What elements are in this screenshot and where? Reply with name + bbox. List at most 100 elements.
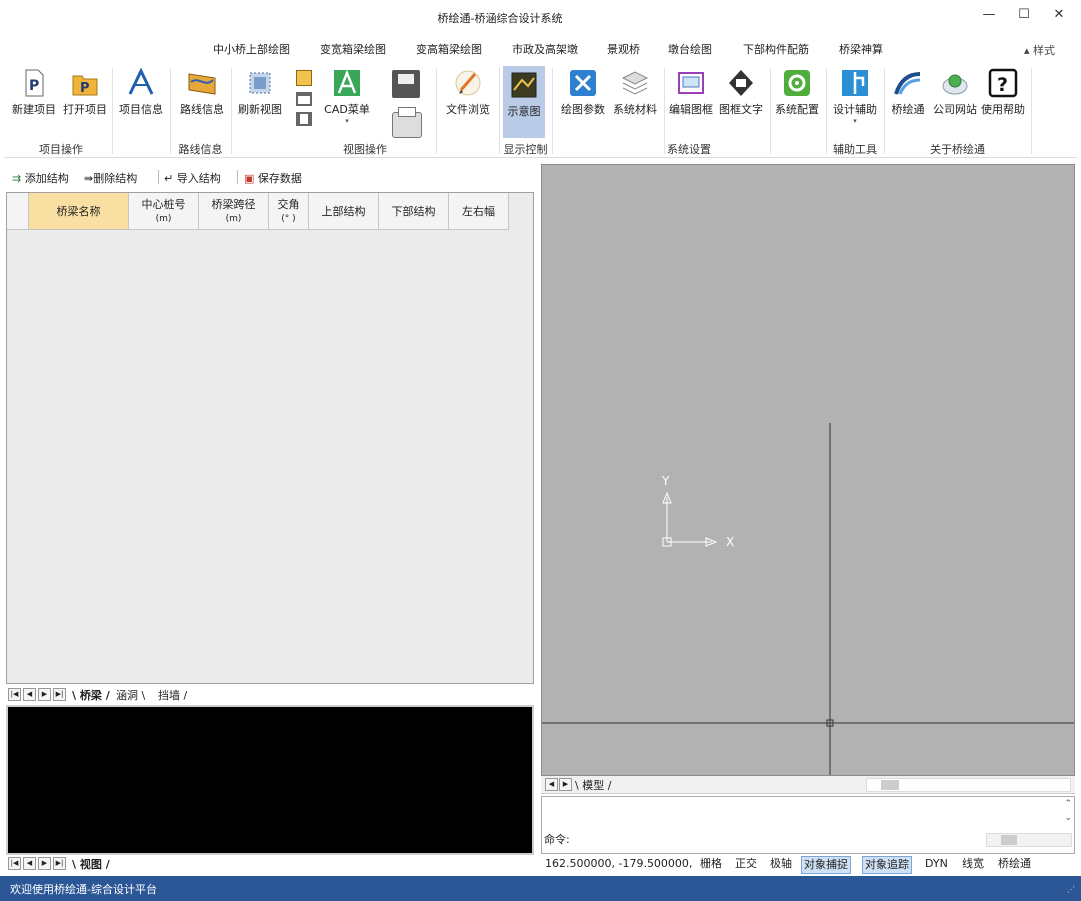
next-view-icon[interactable]: ▶ [38, 857, 51, 870]
schematic-button[interactable]: 示意图 [503, 66, 545, 138]
status-ortho-toggle[interactable]: 正交 [733, 856, 759, 874]
ucs-x-label: X [726, 535, 734, 549]
toolbar-separator [158, 170, 159, 184]
refresh-view-button[interactable]: 刷新视图 [234, 68, 286, 130]
tab-bridge[interactable]: \ 桥梁 / [72, 687, 110, 703]
edit-frame-button[interactable]: 编辑图框 [666, 68, 716, 130]
route-info-button[interactable]: 路线信息 [176, 68, 228, 130]
last-sheet-icon[interactable]: ▶| [53, 688, 66, 701]
column-tool-icon[interactable] [296, 112, 312, 126]
system-config-button[interactable]: 系统配置 [772, 68, 822, 130]
add-structure-button[interactable]: ⇉ 添加结构 [12, 170, 69, 186]
command-window[interactable]: 命令: ⌃ ⌄ [541, 796, 1075, 854]
resize-grip-icon[interactable]: ⋰ [1067, 885, 1075, 894]
menu-item-variable-width-box[interactable]: 变宽箱梁绘图 [320, 41, 386, 57]
status-polar-toggle[interactable]: 极轴 [768, 856, 794, 874]
open-folder-icon: P [72, 75, 98, 96]
pen-browse-icon [455, 70, 481, 96]
menu-item-small-bridge[interactable]: 中小桥上部绘图 [213, 41, 290, 57]
column-header-substructure[interactable]: 下部结构 [379, 193, 449, 230]
group-label-display-ctrl: 显示控制 [503, 143, 548, 156]
frame-text-button[interactable]: 图框文字 [716, 68, 766, 130]
status-qht-toggle[interactable]: 桥绘通 [996, 856, 1033, 874]
prev-layout-icon[interactable]: ◀ [545, 778, 558, 791]
style-dropdown[interactable]: ▴ 样式 [1024, 42, 1055, 58]
design-assist-icon [842, 70, 868, 96]
column-header-bridge-name[interactable]: 桥梁名称 [29, 193, 129, 230]
open-project-button[interactable]: P 打开项目 [60, 68, 110, 130]
view-tabs: |◀ ◀ ▶ ▶| \ 视图 / [6, 855, 534, 873]
materials-stack-icon [621, 71, 649, 95]
menu-item-municipal-pier[interactable]: 市政及高架墩 [512, 41, 578, 57]
command-scroll-down-icon[interactable]: ⌄ [1064, 813, 1072, 823]
title-bar: 桥绘通-桥涵综合设计系统 — ☐ ✕ [0, 0, 1081, 32]
close-button[interactable]: ✕ [1040, 0, 1078, 30]
design-assist-button[interactable]: 设计辅助 ▾ [830, 68, 880, 130]
bridge-info-icon [128, 68, 154, 95]
first-view-icon[interactable]: |◀ [8, 857, 21, 870]
cad-drawing: Y X [542, 423, 1074, 775]
minimize-button[interactable]: — [970, 0, 1008, 30]
draw-params-button[interactable]: 绘图参数 [558, 68, 608, 130]
menu-item-bridge-calc[interactable]: 桥梁神算 [839, 41, 883, 57]
status-dyn-toggle[interactable]: DYN [923, 856, 950, 874]
qiaohuitong-button[interactable]: 桥绘通 [886, 68, 930, 130]
menu-item-variable-height-box[interactable]: 变高箱梁绘图 [416, 41, 482, 57]
first-sheet-icon[interactable]: |◀ [8, 688, 21, 701]
small-tool-icon[interactable] [296, 70, 312, 86]
company-site-button[interactable]: 公司网站 [930, 68, 980, 130]
ribbon-separator [1031, 68, 1032, 154]
file-browse-button[interactable]: 文件浏览 [440, 68, 496, 130]
status-lineweight-toggle[interactable]: 线宽 [960, 856, 986, 874]
scroll-thumb[interactable] [881, 780, 899, 790]
delete-structure-button[interactable]: ⇛删除结构 [84, 170, 137, 186]
output-console[interactable] [6, 705, 534, 855]
print-icon[interactable] [392, 107, 422, 138]
new-file-icon: P [25, 69, 44, 97]
project-info-button[interactable]: 项目信息 [116, 68, 166, 130]
import-structure-button[interactable]: ↵ 导入结构 [164, 170, 221, 186]
structure-grid[interactable]: 桥梁名称 中心桩号 (m) 桥梁跨径 (m) 交角 (° ) 上部结构 下部结构 左右… [6, 192, 534, 684]
row-header-corner [7, 193, 29, 230]
add-icon: ⇉ [12, 172, 22, 185]
cad-tab-row: ◀ ▶ \ 模型 / [541, 776, 1075, 794]
column-header-center-station[interactable]: 中心桩号 (m) [129, 193, 199, 230]
new-project-button[interactable]: P 新建项目 [10, 68, 58, 130]
cad-menu-button[interactable]: CAD菜单 ▾ [320, 68, 374, 130]
tab-culvert[interactable]: 涵洞 \ [116, 687, 145, 703]
cad-hscrollbar[interactable] [866, 778, 1071, 792]
tab-view[interactable]: \ 视图 / [72, 856, 110, 872]
chevron-down-icon: ▾ [345, 117, 349, 125]
system-materials-button[interactable]: 系统材料 [610, 68, 660, 130]
structure-toolbar: ⇉ 添加结构 ⇛删除结构 ↵ 导入结构 ▣ 保存数据 [4, 166, 536, 188]
status-osnap-toggle[interactable]: 对象捕捉 [801, 856, 851, 874]
save-disk-icon[interactable] [392, 70, 420, 98]
help-button[interactable]: ? 使用帮助 [978, 68, 1028, 130]
menu-item-abutment[interactable]: 墩台绘图 [668, 41, 712, 57]
prev-view-icon[interactable]: ◀ [23, 857, 36, 870]
tab-model[interactable]: \ 模型 / [575, 777, 611, 793]
group-label-aux-tools: 辅助工具 [833, 143, 877, 156]
status-otrack-toggle[interactable]: 对象追踪 [862, 856, 912, 874]
column-header-skew-angle[interactable]: 交角 (° ) [269, 193, 309, 230]
maximize-button[interactable]: ☐ [1005, 0, 1043, 30]
last-view-icon[interactable]: ▶| [53, 857, 66, 870]
menu-item-landscape-bridge[interactable]: 景观桥 [607, 41, 640, 57]
prev-sheet-icon[interactable]: ◀ [23, 688, 36, 701]
ucs-y-label: Y [661, 474, 670, 488]
cursor-coordinates: 162.500000, -179.500000, 0.000000 [545, 857, 693, 870]
cad-canvas[interactable]: Y X [541, 164, 1075, 776]
frame-tool-icon[interactable] [296, 92, 312, 106]
command-scroll-up-icon[interactable]: ⌃ [1064, 799, 1072, 809]
tab-retaining-wall[interactable]: 挡墙 / [158, 687, 187, 703]
command-hscroll[interactable] [986, 833, 1072, 847]
gear-icon [784, 70, 810, 96]
next-sheet-icon[interactable]: ▶ [38, 688, 51, 701]
next-layout-icon[interactable]: ▶ [559, 778, 572, 791]
status-grid-toggle[interactable]: 栅格 [698, 856, 724, 874]
column-header-bridge-span[interactable]: 桥梁跨径 (m) [199, 193, 269, 230]
column-header-superstructure[interactable]: 上部结构 [309, 193, 379, 230]
column-header-left-right[interactable]: 左右幅 [449, 193, 509, 230]
menu-item-substructure-rebar[interactable]: 下部构件配筋 [743, 41, 809, 57]
save-data-button[interactable]: ▣ 保存数据 [244, 170, 302, 186]
